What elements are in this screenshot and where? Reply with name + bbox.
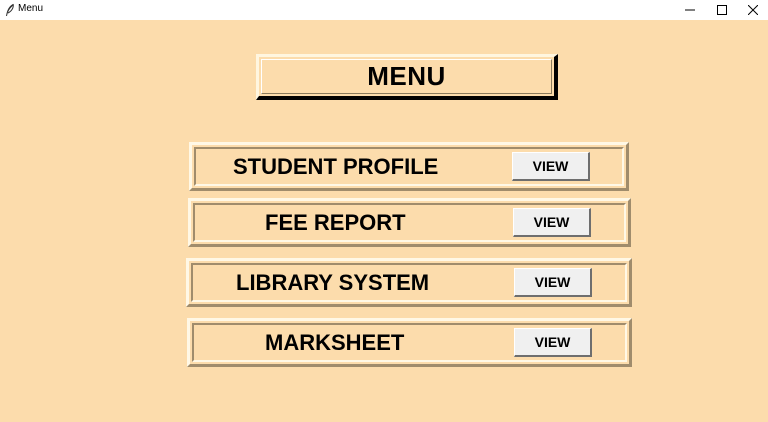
close-icon	[748, 5, 758, 15]
menu-item-label: FEE REPORT	[265, 209, 406, 235]
menu-window: Menu MENU STUDENT PROFILE VIEW FEE REPOR…	[0, 0, 768, 422]
menu-header: MENU	[256, 54, 558, 100]
window-title: Menu	[18, 3, 44, 14]
menu-item-label: MARKSHEET	[265, 329, 405, 355]
page-title: MENU	[367, 61, 446, 91]
maximize-icon	[717, 5, 727, 15]
view-marksheet-button[interactable]: VIEW	[514, 328, 592, 357]
view-library-system-button[interactable]: VIEW	[514, 268, 592, 297]
minimize-button[interactable]	[674, 0, 706, 20]
view-fee-report-button[interactable]: VIEW	[513, 208, 591, 237]
menu-item-library-system: LIBRARY SYSTEM VIEW	[186, 258, 632, 307]
menu-item-marksheet: MARKSHEET VIEW	[187, 318, 632, 367]
feather-icon	[6, 3, 14, 16]
view-student-profile-button[interactable]: VIEW	[512, 152, 590, 181]
minimize-icon	[685, 9, 695, 11]
menu-item-fee-report: FEE REPORT VIEW	[188, 198, 631, 247]
menu-item-label: STUDENT PROFILE	[233, 153, 439, 179]
close-button[interactable]	[737, 0, 768, 20]
title-bar[interactable]: Menu	[0, 0, 768, 20]
menu-item-student-profile: STUDENT PROFILE VIEW	[189, 142, 629, 191]
maximize-button[interactable]	[706, 0, 738, 20]
menu-item-label: LIBRARY SYSTEM	[236, 269, 430, 295]
